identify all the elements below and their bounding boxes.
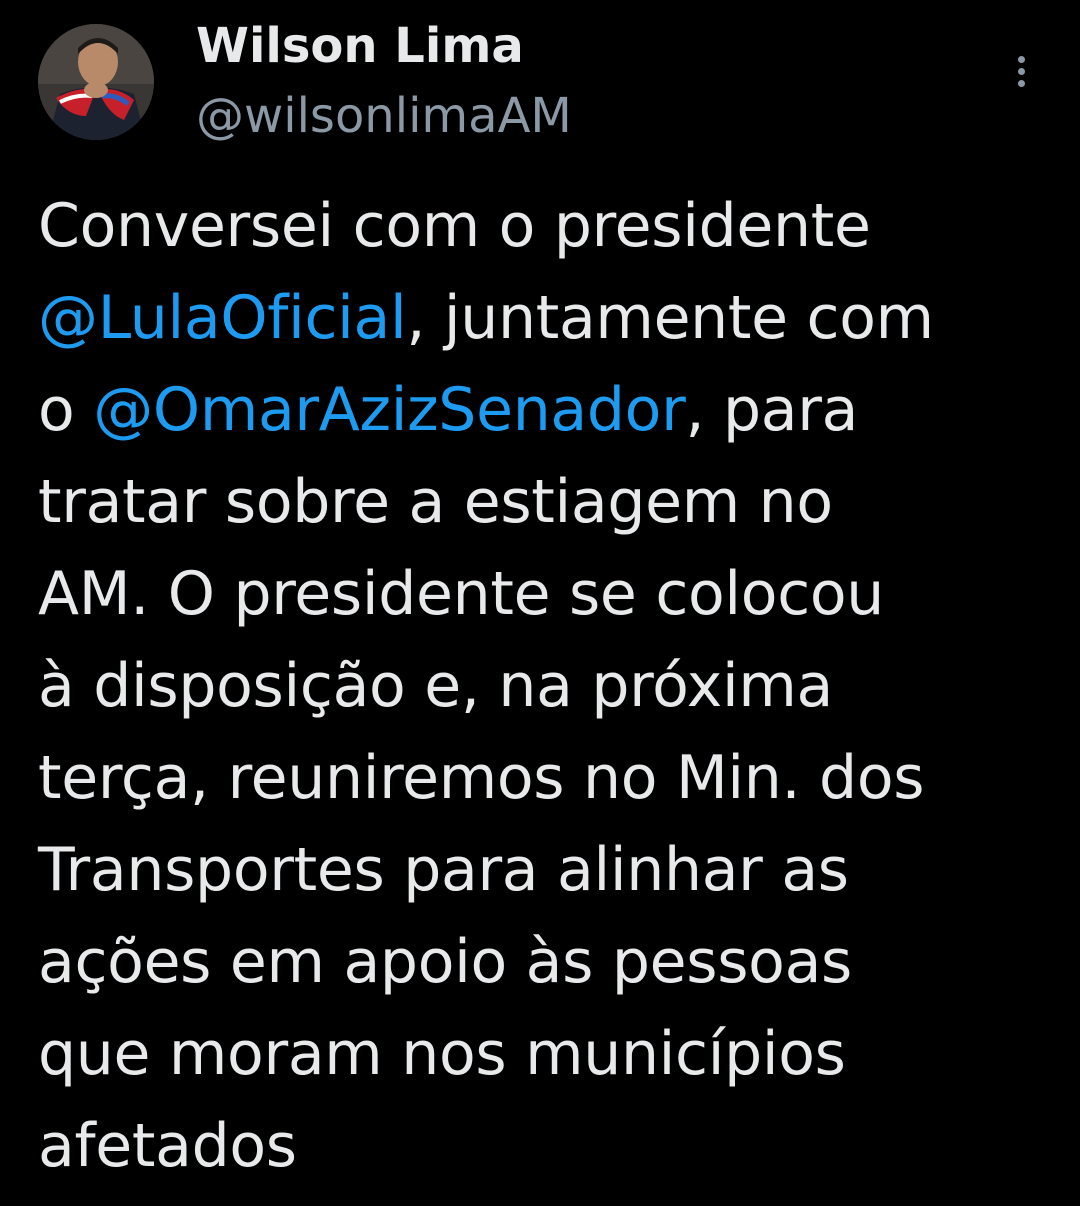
tweet-text-line: à disposição e, na próxima	[38, 640, 1038, 732]
tweet-text-segment: à disposição e, na próxima	[38, 651, 833, 721]
tweet-text-segment: , para	[685, 375, 859, 445]
author-display-name[interactable]: Wilson Lima	[196, 14, 524, 78]
tweet-text-segment: tratar sobre a estiagem no	[38, 467, 833, 537]
tweet-text-line: ações em apoio às pessoas	[38, 916, 1038, 1008]
tweet-text-line: o @OmarAzizSenador, para	[38, 364, 1038, 456]
tweet-text-segment: Transportes para alinhar as	[38, 835, 849, 905]
tweet-text-segment: terça, reuniremos no Min. dos	[38, 743, 925, 813]
tweet-text-line: afetados	[38, 1100, 1038, 1192]
tweet-text-segment: afetados	[38, 1111, 297, 1181]
mention-link[interactable]: @OmarAzizSenador	[93, 375, 686, 445]
tweet-text-line: @LulaOficial, juntamente com	[38, 272, 1038, 364]
tweet-text-line: tratar sobre a estiagem no	[38, 456, 1038, 548]
more-options-button[interactable]	[998, 48, 1044, 94]
vertical-ellipsis-icon	[1017, 79, 1025, 87]
tweet-text-line: Conversei com o presidente	[38, 180, 1038, 272]
tweet-container: Wilson Lima @wilsonlimaAM Conversei com …	[0, 0, 1080, 1206]
tweet-text-line: Transportes para alinhar as	[38, 824, 1038, 916]
vertical-ellipsis-icon	[1017, 55, 1025, 63]
tweet-text-segment: o	[38, 375, 94, 445]
avatar[interactable]	[38, 24, 154, 140]
tweet-text-line: AM. O presidente se colocou	[38, 548, 1038, 640]
tweet-text: Conversei com o presidente @LulaOficial, …	[38, 180, 1038, 1192]
tweet-text-segment: AM. O presidente se colocou	[38, 559, 885, 629]
tweet-text-line: que moram nos municípios	[38, 1008, 1038, 1100]
author-handle[interactable]: @wilsonlimaAM	[196, 84, 572, 148]
tweet-text-segment: ações em apoio às pessoas	[38, 927, 853, 997]
tweet-text-segment: Conversei com o presidente	[38, 191, 871, 261]
tweet-text-line: terça, reuniremos no Min. dos	[38, 732, 1038, 824]
mention-link[interactable]: @LulaOficial	[38, 283, 407, 353]
profile-photo-icon	[38, 24, 154, 140]
tweet-text-segment: que moram nos municípios	[38, 1019, 846, 1089]
vertical-ellipsis-icon	[1017, 67, 1025, 75]
tweet-text-segment: , juntamente com	[406, 283, 934, 353]
